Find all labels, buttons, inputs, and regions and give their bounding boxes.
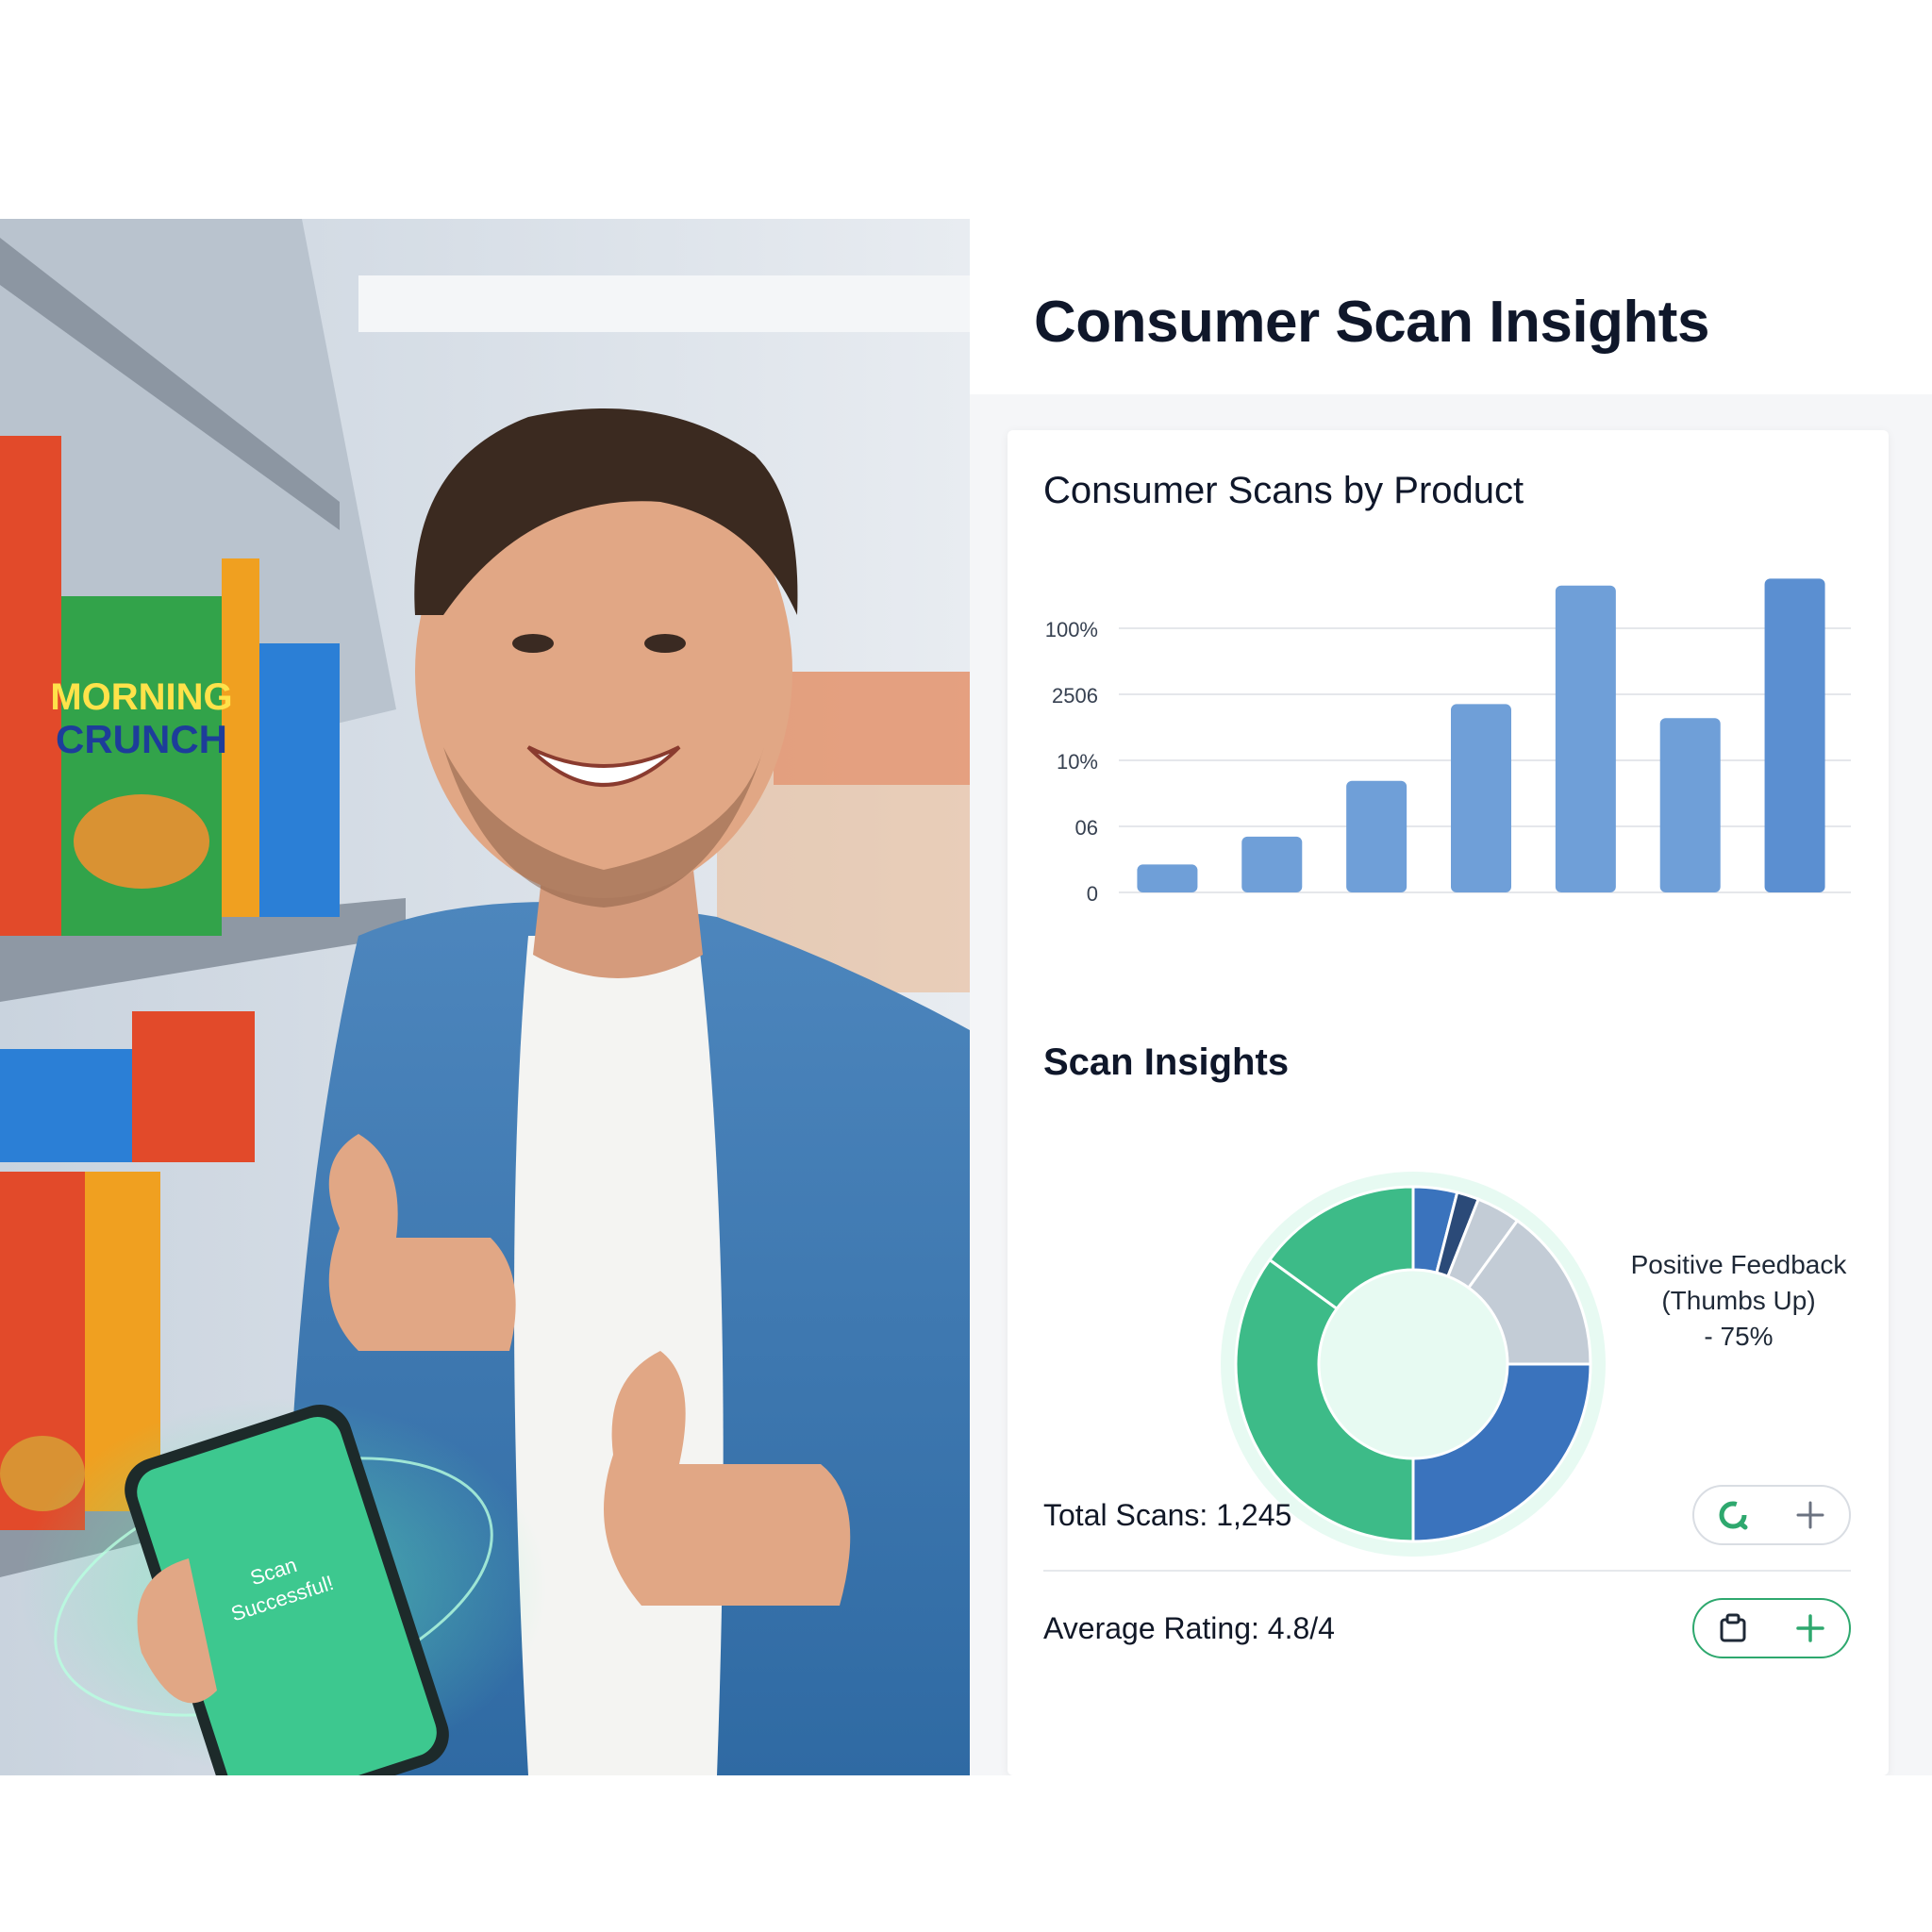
average-rating-row: Average Rating: 4.8/4 <box>1043 1589 1851 1674</box>
y-tick-label: 0 <box>1087 882 1098 906</box>
legend-line-1: Positive Feedback <box>1630 1250 1847 1279</box>
y-tick-label: 2506 <box>1052 684 1098 708</box>
plus-icon[interactable] <box>1782 1602 1839 1655</box>
bar-chart-title: Consumer Scans by Product <box>1043 470 1524 511</box>
y-tick-label: 100% <box>1045 618 1098 641</box>
dashboard-header: Consumer Scan Insights <box>970 219 1932 394</box>
donut-chart-title: Scan Insights <box>1043 1041 1290 1083</box>
bar <box>1241 836 1303 892</box>
bar-chart: 0 06 10% 2506 100% <box>1045 578 1851 906</box>
bar <box>1451 704 1511 892</box>
y-tick-label: 10% <box>1057 750 1098 774</box>
y-tick-label: 06 <box>1075 816 1098 840</box>
cereal-brand-bottom: CRUNCH <box>56 717 227 761</box>
page-title: Consumer Scan Insights <box>1034 290 1709 355</box>
plus-icon[interactable] <box>1782 1489 1839 1541</box>
bar <box>1764 578 1825 892</box>
legend-line-3: - 75% <box>1704 1322 1774 1351</box>
bar <box>1137 864 1198 892</box>
hero-photo: MORNING CRUNCH Scan Successful! <box>0 219 970 1775</box>
refresh-icon[interactable] <box>1705 1489 1761 1541</box>
bar <box>1346 780 1407 892</box>
bar <box>1555 585 1616 892</box>
insights-dashboard: Consumer Scan Insights Consumer Scans by… <box>970 219 1932 1775</box>
legend-line-2: (Thumbs Up) <box>1661 1286 1816 1315</box>
donut-legend: Positive Feedback (Thumbs Up) - 75% <box>1602 1247 1875 1355</box>
total-scans-label: Total Scans: 1,245 <box>1043 1498 1292 1532</box>
cereal-brand-top: MORNING <box>50 676 232 718</box>
average-rating-label: Average Rating: 4.8/4 <box>1043 1611 1335 1645</box>
total-scans-actions <box>1692 1485 1851 1545</box>
shopper-illustration: MORNING CRUNCH Scan Successful! <box>0 219 970 1775</box>
total-scans-row: Total Scans: 1,245 <box>1043 1475 1851 1560</box>
average-rating-actions <box>1692 1598 1851 1658</box>
insights-card: Consumer Scans by Product 0 06 10% 2506 100%… <box>1008 430 1889 1775</box>
clipboard-icon[interactable] <box>1705 1602 1761 1655</box>
stats-divider <box>1043 1570 1851 1572</box>
bar <box>1659 718 1721 892</box>
